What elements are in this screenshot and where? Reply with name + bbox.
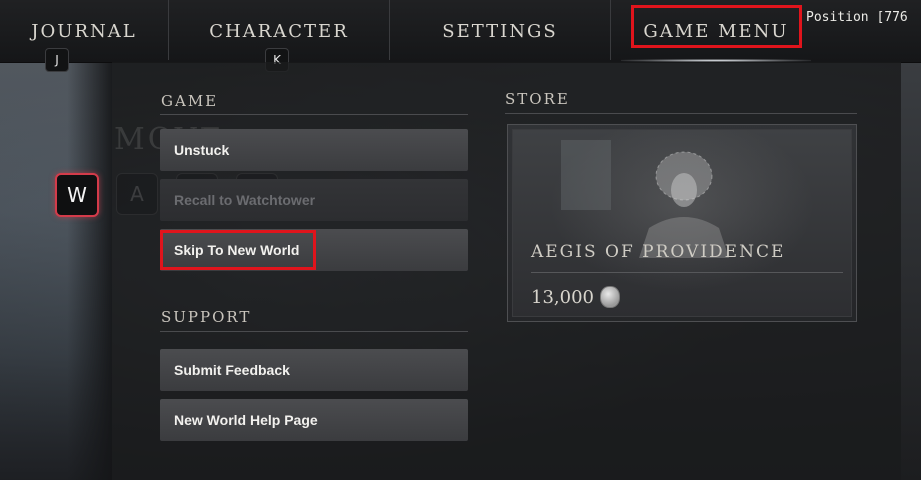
tab-game-menu-label: GAME MENU (643, 20, 789, 42)
section-title-support: SUPPORT (161, 308, 252, 326)
top-navigation: JOURNAL CHARACTER SETTINGS GAME MENU (0, 0, 921, 63)
move-key-a: A (116, 173, 158, 215)
recall-to-watchtower-button[interactable]: Recall to Watchtower (160, 179, 468, 221)
background-scene-right (901, 62, 921, 480)
coin-icon (599, 286, 620, 308)
position-readout: Position [776 (806, 10, 908, 25)
help-page-label: New World Help Page (174, 412, 318, 428)
section-divider (160, 114, 468, 115)
unstuck-button-label: Unstuck (174, 142, 230, 158)
tab-game-menu[interactable]: GAME MENU (611, 0, 821, 62)
skip-button-label: Skip To New World (174, 242, 300, 258)
tab-journal-label: JOURNAL (31, 20, 137, 42)
store-item-price: 13,000 (531, 286, 620, 308)
tab-settings-label: SETTINGS (442, 20, 558, 42)
store-item-art: AEGIS OF PROVIDENCE 13,000 (512, 129, 852, 317)
hotkey-journal: J (45, 48, 69, 72)
store-price-value: 13,000 (531, 286, 594, 308)
tab-settings[interactable]: SETTINGS (390, 0, 610, 62)
skip-to-new-world-button[interactable]: Skip To New World (160, 229, 468, 271)
unstuck-button[interactable]: Unstuck (160, 129, 468, 171)
move-key-w: W (55, 173, 99, 217)
store-art-window (561, 140, 611, 210)
section-divider (505, 113, 857, 114)
game-ui-root: JOURNAL CHARACTER SETTINGS GAME MENU J K… (0, 0, 921, 480)
background-scene-left (0, 62, 112, 480)
section-divider (160, 331, 468, 332)
submit-feedback-button[interactable]: Submit Feedback (160, 349, 468, 391)
store-item-name: AEGIS OF PROVIDENCE (531, 242, 786, 262)
store-divider (531, 272, 843, 273)
section-title-game: GAME (161, 92, 219, 110)
help-page-button[interactable]: New World Help Page (160, 399, 468, 441)
store-item-card[interactable]: AEGIS OF PROVIDENCE 13,000 (507, 124, 857, 322)
tab-character-label: CHARACTER (209, 20, 349, 42)
submit-feedback-label: Submit Feedback (174, 362, 290, 378)
tab-journal[interactable]: JOURNAL (0, 0, 168, 62)
recall-button-label: Recall to Watchtower (174, 192, 316, 208)
section-title-store: STORE (505, 90, 570, 108)
